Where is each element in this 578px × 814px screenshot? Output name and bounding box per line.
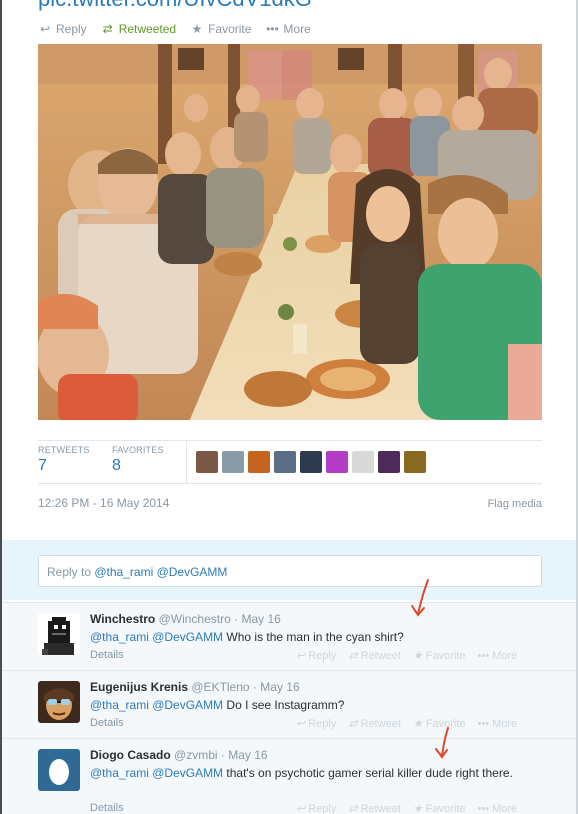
reply-reply-button[interactable]: ↩ Reply (296, 802, 336, 814)
annotation-arrow-icon (435, 727, 449, 759)
favoriter-avatars (196, 451, 426, 473)
egg-avatar-icon (38, 749, 80, 791)
tweet-photo[interactable] (38, 44, 542, 420)
annotation-arrow-icon (411, 579, 429, 617)
reply-retweet-button[interactable]: ⇄ Retweet (348, 802, 401, 814)
more-action[interactable]: ••• More (265, 22, 311, 36)
retweet-icon: ⇄ (102, 22, 113, 36)
star-icon: ★ (412, 803, 423, 814)
reply-text: @tha_rami @DevGAMM Do I see Instagramm? (90, 698, 345, 712)
reply-retweet-button[interactable]: ⇄ Retweet (348, 649, 401, 663)
reply-more-button[interactable]: ••• More (478, 649, 518, 662)
ellipsis-icon: ••• (477, 649, 490, 662)
reply-icon: ↩ (39, 22, 51, 36)
reply-author-handle[interactable]: @zvmbi (174, 748, 218, 762)
reply-header: Winchestro @Winchestro · May 16 (90, 612, 281, 626)
favoriter-avatar[interactable] (196, 451, 218, 473)
star-icon: ★ (412, 650, 423, 662)
stats-divider (186, 441, 187, 484)
cartoon-avatar-icon (38, 681, 80, 723)
retweet-icon: ⇄ (348, 650, 358, 662)
reply-text: @tha_rami @DevGAMM Who is the man in the… (90, 630, 404, 644)
reply-more-button[interactable]: ••• More (478, 717, 518, 730)
reply-actions: ↩ Reply ⇄ Retweet ★ Favorite ••• More (296, 802, 517, 814)
tweet-permalink: pic.twitter.com/UIvCdV1dkG ↩ Reply ⇄ Ret… (0, 0, 578, 814)
tweet-picture-link[interactable]: pic.twitter.com/UIvCdV1dkG (38, 0, 312, 12)
reply-input[interactable]: Reply to @tha_rami @DevGAMM (38, 555, 542, 587)
reply-details-link[interactable]: Details (90, 649, 124, 661)
reply-favorite-button[interactable]: ★ Favorite (412, 649, 466, 663)
favoriter-avatar[interactable] (248, 451, 270, 473)
reply-date[interactable]: · May 16 (234, 612, 281, 626)
reply-details-link[interactable]: Details (90, 802, 124, 814)
retweet-icon: ⇄ (348, 718, 358, 730)
tweet-actions: ↩ Reply ⇄ Retweeted ★ Favorite ••• More (38, 20, 311, 38)
reply-icon: ↩ (296, 803, 306, 814)
ellipsis-icon: ••• (477, 717, 490, 730)
star-icon: ★ (191, 22, 203, 36)
pixel-art-avatar-icon (38, 613, 80, 655)
reply-icon: ↩ (296, 650, 306, 662)
reply-author-name[interactable]: Winchestro (90, 612, 155, 626)
reply-item[interactable]: Eugenijus Krenis @EKTleno · May 16 @tha_… (2, 670, 576, 738)
retweet-action[interactable]: ⇄ Retweeted (101, 22, 176, 36)
reply-text: @tha_rami @DevGAMM that's on psychotic g… (90, 766, 513, 780)
reply-avatar[interactable] (38, 613, 80, 655)
favorite-action[interactable]: ★ Favorite (190, 22, 252, 36)
favoriter-avatar[interactable] (352, 451, 374, 473)
tweet-timestamp: 12:26 PM - 16 May 2014 (38, 496, 170, 510)
reply-action[interactable]: ↩ Reply (38, 22, 87, 36)
reply-favorite-button[interactable]: ★ Favorite (413, 802, 466, 814)
reply-actions: ↩ Reply ⇄ Retweet ★ Favorite ••• More (296, 717, 518, 731)
reply-item[interactable]: Diogo Casado @zvmbi · May 16 @tha_rami @… (2, 738, 576, 814)
reply-details-link[interactable]: Details (90, 717, 124, 729)
reply-reply-button[interactable]: ↩ Reply (296, 717, 336, 731)
reply-header: Eugenijus Krenis @EKTleno · May 16 (90, 680, 300, 694)
ellipsis-icon: ••• (477, 802, 490, 814)
reply-reply-button[interactable]: ↩ Reply (296, 649, 336, 663)
reply-item[interactable]: Winchestro @Winchestro · May 16 @tha_ram… (2, 602, 576, 670)
retweet-icon: ⇄ (348, 803, 358, 814)
reply-icon: ↩ (296, 718, 306, 730)
tweet-stats: RETWEETS 7 FAVORITES 8 (38, 440, 542, 484)
group-photo-image (38, 44, 542, 420)
favoriter-avatar[interactable] (326, 451, 348, 473)
favorites-stat[interactable]: FAVORITES 8 (112, 445, 164, 475)
reply-actions: ↩ Reply ⇄ Retweet ★ Favorite ••• More (296, 649, 518, 663)
reply-more-button[interactable]: ••• More (478, 802, 518, 814)
favoriter-avatar[interactable] (222, 451, 244, 473)
favoriter-avatar[interactable] (300, 451, 322, 473)
reply-author-name[interactable]: Diogo Casado (90, 748, 171, 762)
reply-author-handle[interactable]: @Winchestro (159, 612, 231, 626)
flag-media-link[interactable]: Flag media (488, 498, 542, 510)
retweets-stat[interactable]: RETWEETS 7 (38, 445, 90, 475)
favoriter-avatar[interactable] (274, 451, 296, 473)
favoriter-avatar[interactable] (404, 451, 426, 473)
favoriter-avatar[interactable] (378, 451, 400, 473)
ellipsis-icon: ••• (266, 22, 279, 36)
star-icon: ★ (412, 718, 423, 730)
reply-header: Diogo Casado @zvmbi · May 16 (90, 748, 268, 762)
reply-date[interactable]: · May 16 (221, 748, 268, 762)
reply-author-handle[interactable]: @EKTleno (191, 680, 249, 694)
reply-avatar[interactable] (38, 749, 80, 791)
reply-date[interactable]: · May 16 (253, 680, 300, 694)
reply-avatar[interactable] (38, 681, 80, 723)
reply-author-name[interactable]: Eugenijus Krenis (90, 680, 188, 694)
reply-retweet-button[interactable]: ⇄ Retweet (348, 717, 401, 731)
